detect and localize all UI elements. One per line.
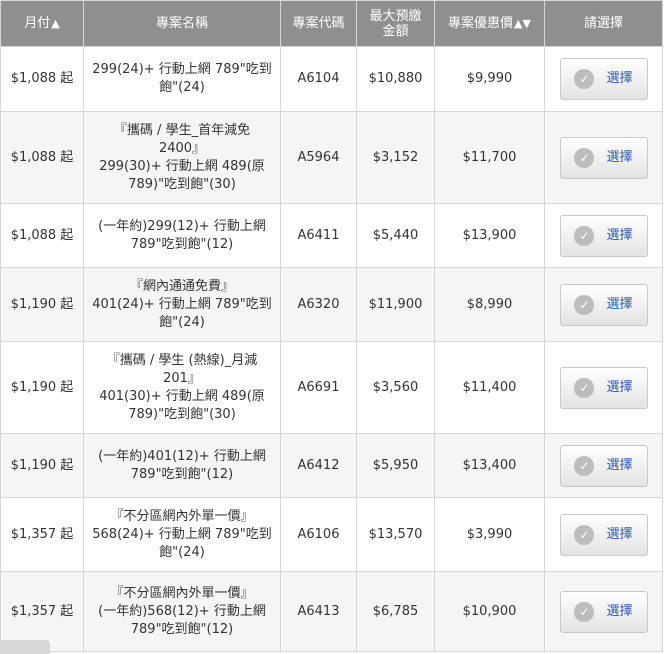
select-column-header: 請選擇 — [544, 0, 663, 47]
check-circle-icon: ✓ — [574, 524, 595, 545]
max-prepay-cell: $11,900 — [356, 267, 435, 342]
sort-up-icon[interactable]: ▲ — [51, 17, 59, 30]
plan-code-cell: A6320 — [280, 267, 357, 342]
table-row: $1,357 起 『不分區網內外單一價』 568(24)+ 行動上網 789"吃… — [0, 497, 663, 572]
select-button-label: 選擇 — [606, 379, 633, 395]
monthly-fee-cell: $1,088 起 — [0, 203, 84, 268]
max-prepay-cell: $5,950 — [356, 433, 435, 498]
discount-price-cell: $11,400 — [434, 341, 545, 434]
check-circle-icon: ✓ — [574, 294, 595, 315]
monthly-fee-cell: $1,088 起 — [0, 111, 84, 204]
max-prepay-cell: $5,440 — [356, 203, 435, 268]
monthly-fee-cell: $1,190 起 — [0, 433, 84, 498]
plan-code-cell: A6691 — [280, 341, 357, 434]
select-button-label: 選擇 — [606, 296, 633, 312]
discount-price-cell: $11,700 — [434, 111, 545, 204]
select-cell: ✓ 選擇 — [544, 433, 663, 498]
monthly-fee-cell: $1,357 起 — [0, 497, 84, 572]
select-cell: ✓ 選擇 — [544, 267, 663, 342]
plan-name-column-header: 專案名稱 — [83, 0, 281, 47]
plan-name-cell: (一年約)299(12)+ 行動上網 789"吃到飽"(12) — [83, 203, 281, 268]
plan-code-cell: A6106 — [280, 497, 357, 572]
monthly-column-header[interactable]: 月付▲ — [0, 0, 84, 47]
table-header-row: 月付▲ 專案名稱 專案代碼 最大預繳 金額 專案優惠價▲▼ 請選擇 — [0, 0, 663, 47]
plan-table: 月付▲ 專案名稱 專案代碼 最大預繳 金額 專案優惠價▲▼ 請選擇 $1,088… — [0, 0, 663, 652]
table-row: $1,190 起 『攜碼 / 學生 (熱線)_月減 201』 401(30)+ … — [0, 341, 663, 434]
select-cell: ✓ 選擇 — [544, 571, 663, 652]
table-row: $1,190 起 (一年約)401(12)+ 行動上網 789"吃到飽"(12)… — [0, 433, 663, 498]
table-row: $1,088 起 (一年約)299(12)+ 行動上網 789"吃到飽"(12)… — [0, 203, 663, 268]
check-circle-icon: ✓ — [574, 225, 595, 246]
max-prepay-cell: $10,880 — [356, 46, 435, 112]
check-circle-icon: ✓ — [574, 455, 595, 476]
plan-name-cell: 『攜碼 / 學生 (熱線)_月減 201』 401(30)+ 行動上網 489(… — [83, 341, 281, 434]
select-cell: ✓ 選擇 — [544, 341, 663, 434]
discount-price-cell: $3,990 — [434, 497, 545, 572]
plan-name-cell: 『攜碼 / 學生_首年減免 2400』 299(30)+ 行動上網 489(原 … — [83, 111, 281, 204]
select-button[interactable]: ✓ 選擇 — [559, 283, 648, 326]
check-circle-icon: ✓ — [574, 69, 595, 89]
select-cell: ✓ 選擇 — [544, 111, 663, 204]
monthly-fee-cell: $1,190 起 — [0, 341, 84, 434]
discount-price-cell: $8,990 — [434, 267, 545, 342]
discount-price-cell: $13,400 — [434, 433, 545, 498]
select-button[interactable]: ✓ 選擇 — [559, 590, 648, 633]
plan-name-cell: 『不分區網內外單一價』 (一年約)568(12)+ 行動上網 789"吃到飽"(… — [83, 571, 281, 652]
discount-price-column-header[interactable]: 專案優惠價▲▼ — [434, 0, 545, 47]
check-circle-icon: ✓ — [574, 147, 595, 168]
select-button-label: 選擇 — [606, 457, 633, 473]
select-button[interactable]: ✓ 選擇 — [559, 58, 648, 100]
discount-price-cell: $10,900 — [434, 571, 545, 652]
max-prepay-cell: $3,560 — [356, 341, 435, 434]
monthly-fee-cell: $1,088 起 — [0, 46, 84, 112]
discount-price-cell: $13,900 — [434, 203, 545, 268]
max-prepay-cell: $6,785 — [356, 571, 435, 652]
check-circle-icon: ✓ — [574, 601, 595, 622]
max-prepay-cell: $13,570 — [356, 497, 435, 572]
plan-code-cell: A6412 — [280, 433, 357, 498]
plan-code-cell: A6104 — [280, 46, 357, 112]
check-circle-icon: ✓ — [574, 377, 595, 398]
table-row: $1,357 起 『不分區網內外單一價』 (一年約)568(12)+ 行動上網 … — [0, 571, 663, 652]
select-button-label: 選擇 — [606, 71, 633, 86]
select-cell: ✓ 選擇 — [544, 46, 663, 112]
select-button-label: 選擇 — [606, 526, 633, 542]
plan-code-cell: A6413 — [280, 571, 357, 652]
monthly-fee-cell: $1,190 起 — [0, 267, 84, 342]
plan-name-cell: 『不分區網內外單一價』 568(24)+ 行動上網 789"吃到 飽"(24) — [83, 497, 281, 572]
discount-price-cell: $9,990 — [434, 46, 545, 112]
select-button[interactable]: ✓ 選擇 — [559, 444, 648, 487]
table-row: $1,088 起 299(24)+ 行動上網 789"吃到 飽"(24) A61… — [0, 46, 663, 112]
max-prepay-cell: $3,152 — [356, 111, 435, 204]
plan-code-cell: A6411 — [280, 203, 357, 268]
select-cell: ✓ 選擇 — [544, 497, 663, 572]
select-button[interactable]: ✓ 選擇 — [559, 214, 648, 257]
select-button-label: 選擇 — [606, 227, 633, 243]
table-row: $1,088 起 『攜碼 / 學生_首年減免 2400』 299(30)+ 行動… — [0, 111, 663, 204]
select-button[interactable]: ✓ 選擇 — [559, 513, 648, 556]
table-row: $1,190 起 『網內通通免費』 401(24)+ 行動上網 789"吃到 飽… — [0, 267, 663, 342]
plan-name-cell: 299(24)+ 行動上網 789"吃到 飽"(24) — [83, 46, 281, 112]
plan-name-cell: (一年約)401(12)+ 行動上網 789"吃到飽"(12) — [83, 433, 281, 498]
plan-code-column-header: 專案代碼 — [280, 0, 357, 47]
select-button-label: 選擇 — [606, 149, 633, 165]
select-button-label: 選擇 — [606, 603, 633, 619]
select-button[interactable]: ✓ 選擇 — [559, 366, 648, 409]
select-cell: ✓ 選擇 — [544, 203, 663, 268]
sort-toggle-icon[interactable]: ▲▼ — [514, 17, 531, 30]
select-button[interactable]: ✓ 選擇 — [559, 136, 648, 179]
max-prepay-column-header: 最大預繳 金額 — [356, 0, 435, 47]
plan-name-cell: 『網內通通免費』 401(24)+ 行動上網 789"吃到 飽"(24) — [83, 267, 281, 342]
plan-code-cell: A5964 — [280, 111, 357, 204]
